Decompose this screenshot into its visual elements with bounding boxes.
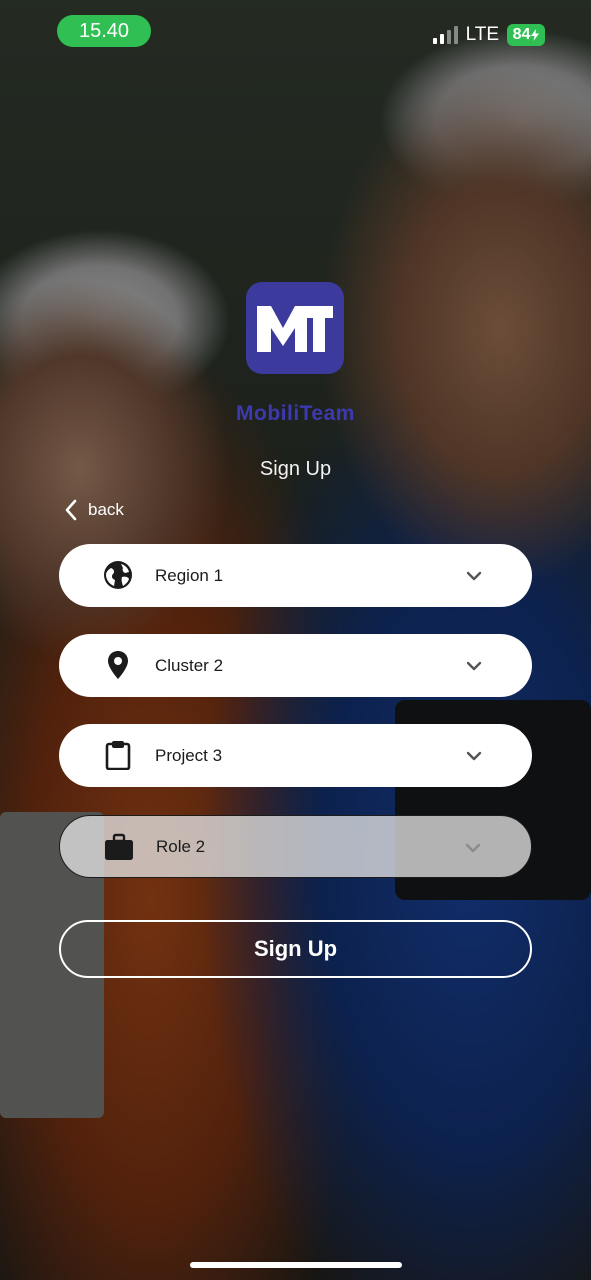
page-title: Sign Up: [259, 458, 332, 480]
back-label: back: [88, 500, 124, 519]
signup-button[interactable]: Sign Up: [59, 920, 532, 978]
app-logo: [246, 282, 344, 374]
location-pin-icon: [103, 650, 133, 680]
chevron-down-icon: [466, 661, 482, 671]
role-select[interactable]: Role 2: [59, 815, 532, 878]
back-button[interactable]: back: [64, 496, 124, 524]
briefcase-icon: [104, 832, 134, 862]
cluster-select-label: Cluster 2: [155, 655, 224, 675]
home-indicator[interactable]: [190, 1262, 402, 1268]
clipboard-icon: [103, 740, 133, 770]
globe-icon: [103, 560, 133, 590]
logo-mark-icon: [257, 306, 333, 352]
chevron-down-icon: [466, 751, 482, 761]
battery-level: 84: [512, 26, 531, 43]
network-type: LTE: [465, 24, 499, 45]
chevron-down-icon: [465, 843, 481, 853]
region-select[interactable]: Region 1: [59, 544, 532, 607]
cluster-select[interactable]: Cluster 2: [59, 634, 532, 697]
chevron-down-icon: [466, 571, 482, 581]
status-time: 15.40: [78, 19, 130, 42]
project-select[interactable]: Project 3: [59, 724, 532, 787]
status-time-pill: 15.40: [57, 15, 151, 47]
chevron-left-icon: [65, 499, 77, 521]
region-select-label: Region 1: [155, 565, 224, 585]
signal-icon: [432, 26, 458, 44]
status-indicators: LTE 84: [432, 22, 545, 48]
role-select-label: Role 2: [156, 836, 206, 856]
project-select-label: Project 3: [155, 745, 223, 765]
brand-name: MobiliTeam: [236, 402, 355, 425]
battery-icon: 84: [507, 24, 545, 46]
signup-button-label: Sign Up: [253, 936, 338, 961]
